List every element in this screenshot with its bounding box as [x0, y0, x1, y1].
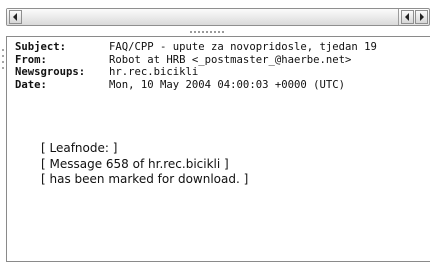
scroll-right-button[interactable] [415, 10, 428, 24]
header-value: FAQ/CPP - upute za novopridosle, tjedan … [109, 41, 377, 53]
body-line: [ Leafnode: ] [41, 141, 118, 155]
scrollbar-thumb[interactable] [7, 9, 399, 25]
header-row-date: Date: Mon, 10 May 2004 04:00:03 +0000 (U… [15, 79, 377, 92]
header-value: hr.rec.bicikli [109, 66, 199, 79]
splitter-grip[interactable] [180, 29, 240, 35]
body-line: [ Message 658 of hr.rec.bicikli ] [41, 156, 229, 171]
body-line: [ has been marked for download. ] [41, 172, 249, 186]
header-value: Mon, 10 May 2004 04:00:03 +0000 (UTC) [109, 78, 345, 91]
message-body: [ Leafnode: ] [ Message 658 of hr.rec.bi… [41, 141, 248, 188]
header-row-newsgroups: Newsgroups: hr.rec.bicikli [15, 66, 377, 79]
triangle-left-icon [405, 13, 409, 21]
header-key: Newsgroups: [15, 66, 86, 79]
scroll-left-button-2[interactable] [401, 10, 414, 24]
side-grip[interactable] [1, 49, 5, 109]
triangle-left-icon [13, 13, 17, 21]
horizontal-scrollbar[interactable] [6, 8, 430, 26]
header-row-from: From: Robot at HRB <_postmaster_@haerbe.… [15, 54, 377, 67]
message-pane: Subject: FAQ/CPP - upute za novopridosle… [2, 36, 430, 262]
header-row-subject: Subject: FAQ/CPP - upute za novopridosle… [15, 41, 377, 54]
scroll-left-button[interactable] [9, 10, 22, 24]
header-key: Date: [15, 78, 47, 91]
header-value: Robot at HRB <_postmaster_@haerbe.net> [109, 53, 352, 66]
triangle-right-icon [420, 13, 424, 21]
header-key: From: [15, 53, 47, 66]
header-key: Subject: [15, 41, 67, 53]
message-headers: Subject: FAQ/CPP - upute za novopridosle… [15, 41, 377, 91]
